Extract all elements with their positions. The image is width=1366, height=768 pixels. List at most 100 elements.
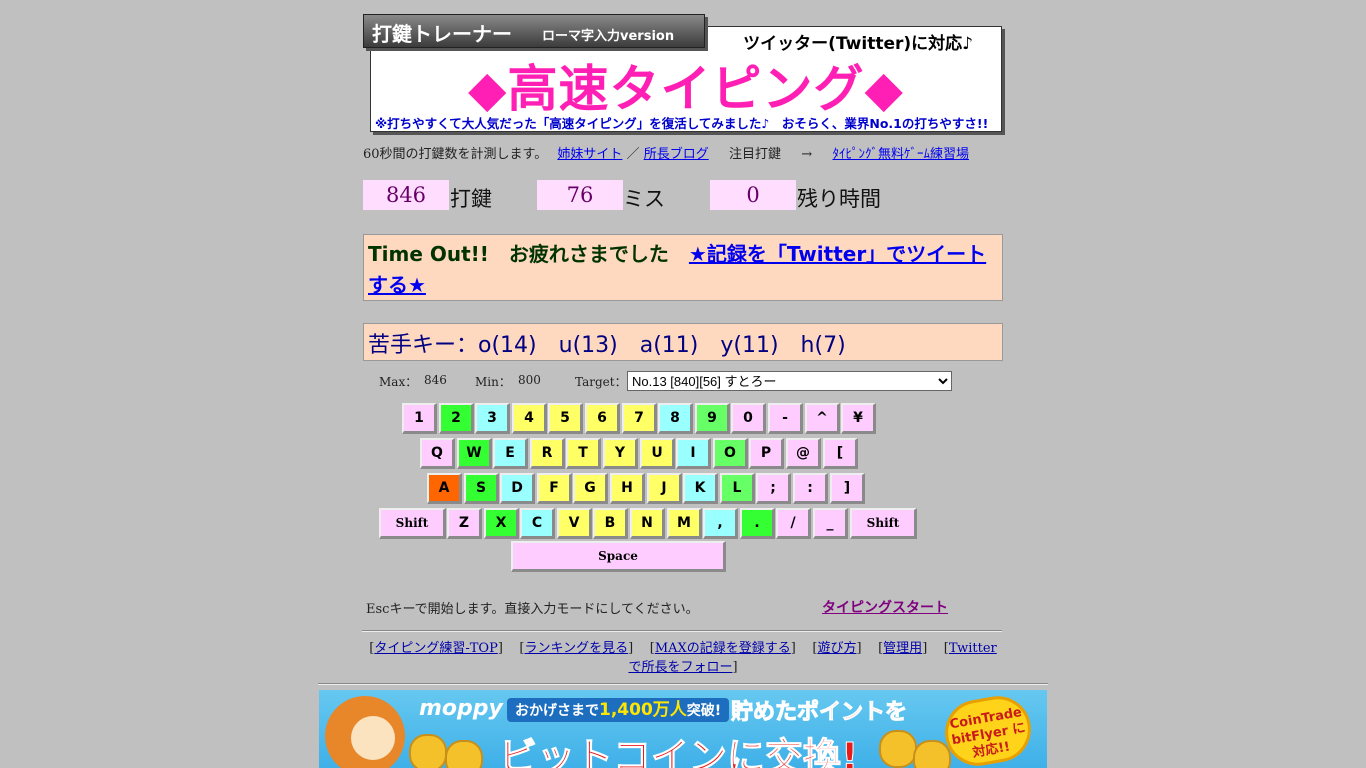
key-^[interactable]: ^ [805,403,840,434]
featured-label: 注目打鍵 [729,147,782,162]
key-,[interactable]: , [703,508,738,539]
key-7[interactable]: 7 [622,403,657,434]
max-value: 846 [424,373,447,387]
footer-link-ranking[interactable]: ランキングを見る [525,641,629,656]
key-b[interactable]: B [593,508,628,539]
divider [362,630,1002,632]
key-w[interactable]: W [457,438,492,469]
arrow-icon: → [801,147,813,162]
typing-start-link[interactable]: タイピングスタート [822,597,948,617]
key-k[interactable]: K [683,473,718,504]
key-0[interactable]: 0 [731,403,766,434]
key-l[interactable]: L [720,473,755,504]
min-value: 800 [518,373,541,387]
key-[[interactable]: [ [823,438,858,469]
footer-link-admin[interactable]: 管理用 [883,641,922,656]
key-m[interactable]: M [667,508,702,539]
key-3[interactable]: 3 [475,403,510,434]
key-j[interactable]: J [647,473,682,504]
ad-headline-2: ビットコインに交換! [498,735,859,768]
max-label: Max： [379,375,418,389]
coin-icon [879,730,917,768]
key-g[interactable]: G [573,473,608,504]
key-x[interactable]: X [484,508,519,539]
key-u[interactable]: U [640,438,675,469]
ad-pill-highlight: 1,400万人 [599,700,687,720]
coin-icon [445,740,483,768]
key-q[interactable]: Q [420,438,455,469]
weak-keys-label: 苦手キー：o(14) u(13) a(11) y(11) h(7) [368,333,846,358]
target-label: Target： [575,375,627,389]
key-y[interactable]: Y [603,438,638,469]
ad-headline-1: 貯めたポイントを [730,700,908,726]
key--[interactable]: - [768,403,803,434]
app-title: 打鍵トレーナー [372,22,512,46]
footer-link-top[interactable]: タイピング練習-TOP [374,641,497,656]
ad-user-count: おかげさまで1,400万人突破! [507,698,730,722]
key-p[interactable]: P [749,438,784,469]
key-d[interactable]: D [500,473,535,504]
key-2[interactable]: 2 [439,403,474,434]
ad-banner[interactable]: moppy おかげさまで1,400万人突破! 貯めたポイントを ビットコインに交… [319,690,1047,768]
main-title: ◆高速タイピング◆ [468,60,904,118]
weak-keys-box: 苦手キー：o(14) u(13) a(11) y(11) h(7) [363,323,1003,361]
key-space[interactable]: Space [511,541,726,572]
key-6[interactable]: 6 [585,403,620,434]
ad-pill-suffix: 突破! [686,703,722,719]
key-s[interactable]: S [464,473,499,504]
game-practice-link[interactable]: ﾀｲﾋﾟﾝｸﾞ無料ｹﾞｰﾑ練習場 [832,147,969,162]
mascot-squirrel-icon [325,696,405,768]
info-line: 60秒間の打鍵数を計測します。 姉妹サイト ／ 所長ブログ 注目打鍵 → ﾀｲﾋ… [363,143,969,162]
result-message-container: Time Out!! お疲れさまでした ★記録を「Twitter」でツイートする… [368,239,994,301]
key-1[interactable]: 1 [402,403,437,434]
target-select[interactable]: No.13 [840][56] すとろー [627,371,952,391]
key-r[interactable]: R [530,438,565,469]
key-shift[interactable]: Shift [850,508,917,539]
result-message: Time Out!! お疲れさまでした [368,242,689,266]
blog-link[interactable]: 所長ブログ [644,147,709,162]
keystroke-label: 打鍵 [450,187,492,211]
min-label: Min： [475,375,511,389]
key-4[interactable]: 4 [512,403,547,434]
key-e[interactable]: E [493,438,528,469]
key-a[interactable]: A [427,473,462,504]
key-v[interactable]: V [557,508,592,539]
result-box: Time Out!! お疲れさまでした ★記録を「Twitter」でツイートする… [363,234,1003,301]
key-5[interactable]: 5 [548,403,583,434]
key-z[interactable]: Z [447,508,482,539]
coin-icon [409,734,447,768]
footer-link-how-to-play[interactable]: 遊び方 [817,641,856,656]
key-i[interactable]: I [676,438,711,469]
time-remaining: 0 [710,180,796,210]
key-9[interactable]: 9 [695,403,730,434]
divider [318,683,1048,685]
slash-separator: ／ [626,147,640,162]
key-:[interactable]: : [793,473,828,504]
key-n[interactable]: N [630,508,665,539]
moppy-logo: moppy [419,696,503,721]
key-@[interactable]: @ [786,438,821,469]
key-c[interactable]: C [520,508,555,539]
miss-label: ミス [623,187,665,211]
time-remaining-label: 残り時間 [797,187,881,211]
key-][interactable]: ] [830,473,865,504]
key-o[interactable]: O [713,438,748,469]
info-text: 60秒間の打鍵数を計測します。 [363,147,548,162]
key-f[interactable]: F [537,473,572,504]
keystroke-count: 846 [363,180,449,210]
key-.[interactable]: . [740,508,775,539]
sub-note: ※打ちやすくて大人気だった「高速タイピング」を復活してみました♪ おそらく、業界… [375,116,989,131]
sister-site-link[interactable]: 姉妹サイト [557,147,622,162]
esc-key-label: Esc [366,602,390,617]
app-subtitle: ローマ字入力version [542,29,675,44]
key-_[interactable]: _ [813,508,848,539]
key-t[interactable]: T [566,438,601,469]
key-/[interactable]: / [776,508,811,539]
key-shift[interactable]: Shift [379,508,446,539]
footer-links: [タイピング練習-TOP] [ランキングを見る] [MAXの記録を登録する] [… [369,641,997,675]
key-¥[interactable]: ¥ [841,403,876,434]
key-;[interactable]: ; [756,473,791,504]
key-h[interactable]: H [610,473,645,504]
key-8[interactable]: 8 [658,403,693,434]
footer-link-register-max[interactable]: MAXの記録を登録する [655,641,791,656]
